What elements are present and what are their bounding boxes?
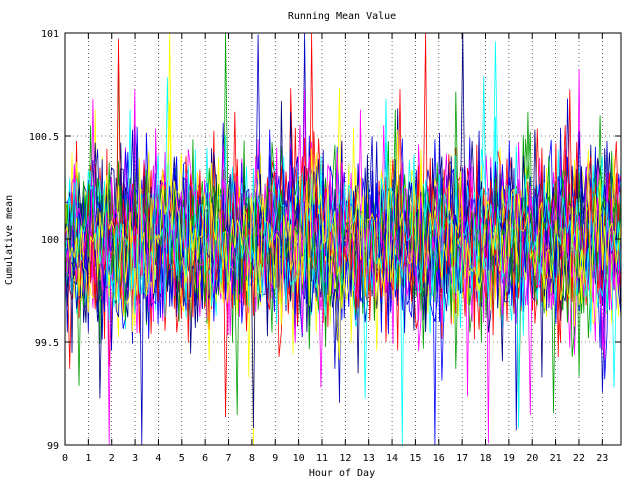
y-tick-label: 99.5 [35,338,59,349]
x-tick-label: 22 [573,453,585,464]
x-tick-label: 5 [179,453,185,464]
x-tick-label: 7 [226,453,232,464]
x-tick-label: 13 [363,453,375,464]
x-tick-label: 11 [316,453,328,464]
x-axis-label: Hour of Day [309,468,375,479]
x-tick-label: 6 [202,453,208,464]
x-tick-label: 15 [409,453,421,464]
y-tick-label: 100 [41,235,59,246]
y-tick-label: 99 [47,441,59,452]
x-tick-label: 14 [386,453,398,464]
y-tick-label: 100.5 [29,132,59,143]
x-tick-label: 10 [293,453,305,464]
x-tick-label: 8 [249,453,255,464]
x-tick-label: 2 [109,453,115,464]
series-group [64,32,622,446]
x-tick-label: 3 [132,453,138,464]
y-axis-label: Cumulative mean [4,195,15,285]
x-tick-label: 1 [85,453,91,464]
x-tick-label: 17 [456,453,468,464]
x-tick-label: 12 [339,453,351,464]
x-tick-label: 9 [272,453,278,464]
x-tick-label: 21 [550,453,562,464]
x-tick-label: 16 [433,453,445,464]
x-tick-label: 18 [479,453,491,464]
x-tick-label: 20 [526,453,538,464]
x-tick-label: 0 [62,453,68,464]
chart-title: Running Mean Value [288,11,396,22]
x-tick-label: 23 [596,453,608,464]
chart: Running Mean Value Cumulative mean Hour … [4,11,622,479]
y-tick-label: 101 [41,29,59,40]
x-tick-label: 19 [503,453,515,464]
x-tick-label: 4 [155,453,161,464]
